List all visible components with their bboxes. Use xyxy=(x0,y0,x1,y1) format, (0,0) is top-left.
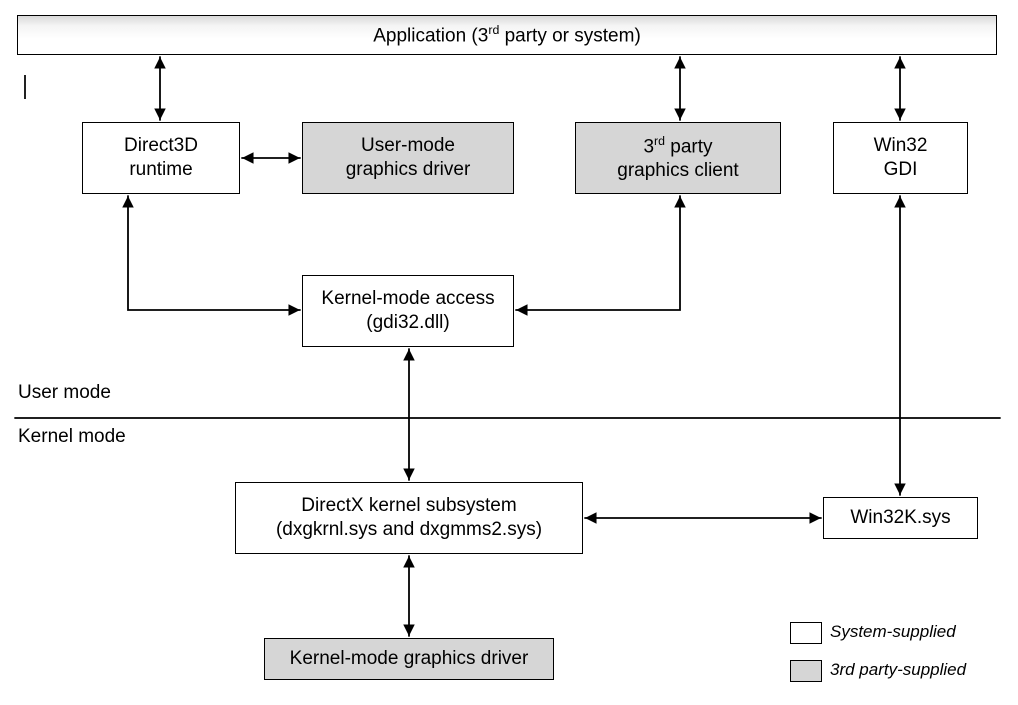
user-mode-label: User mode xyxy=(18,382,111,404)
directx-kernel-subsystem-box: DirectX kernel subsystem (dxgkrnl.sys an… xyxy=(235,482,583,554)
direct3d-runtime-box: Direct3D runtime xyxy=(82,122,240,194)
kernel-mode-label: Kernel mode xyxy=(18,426,126,448)
kmgd-label: Kernel-mode graphics driver xyxy=(290,647,529,671)
win32-gdi-box: Win32 GDI xyxy=(833,122,968,194)
legend-system-swatch xyxy=(790,622,822,644)
client-line2: graphics client xyxy=(617,159,738,183)
dxk-line1: DirectX kernel subsystem xyxy=(301,494,516,518)
application-box: Application (3rd party or system) xyxy=(17,15,997,55)
gdi-line2: GDI xyxy=(884,158,918,182)
text-cursor xyxy=(24,75,26,99)
legend-thirdparty-label: 3rd party-supplied xyxy=(830,660,966,680)
direct3d-line1: Direct3D xyxy=(124,134,198,158)
win32k-sys-box: Win32K.sys xyxy=(823,497,978,539)
direct3d-line2: runtime xyxy=(129,158,192,182)
dxk-line2: (dxgkrnl.sys and dxgmms2.sys) xyxy=(276,518,542,542)
third-party-graphics-client-box: 3rd party graphics client xyxy=(575,122,781,194)
legend-thirdparty-swatch xyxy=(790,660,822,682)
kma-line2: (gdi32.dll) xyxy=(366,311,449,335)
d3d-to-kma-arrow xyxy=(128,196,300,310)
application-label: Application (3rd party or system) xyxy=(373,23,641,47)
client-line1: 3rd party xyxy=(643,134,712,159)
kma-line1: Kernel-mode access xyxy=(321,287,494,311)
win32k-label: Win32K.sys xyxy=(850,506,950,530)
kernel-mode-access-box: Kernel-mode access (gdi32.dll) xyxy=(302,275,514,347)
kernel-mode-graphics-driver-box: Kernel-mode graphics driver xyxy=(264,638,554,680)
umgd-line2: graphics driver xyxy=(346,158,471,182)
gdi-line1: Win32 xyxy=(874,134,928,158)
umgd-line1: User-mode xyxy=(361,134,455,158)
legend-system-label: System-supplied xyxy=(830,622,956,642)
connectors xyxy=(0,0,1018,705)
user-mode-graphics-driver-box: User-mode graphics driver xyxy=(302,122,514,194)
client-to-kma-arrow xyxy=(516,196,680,310)
